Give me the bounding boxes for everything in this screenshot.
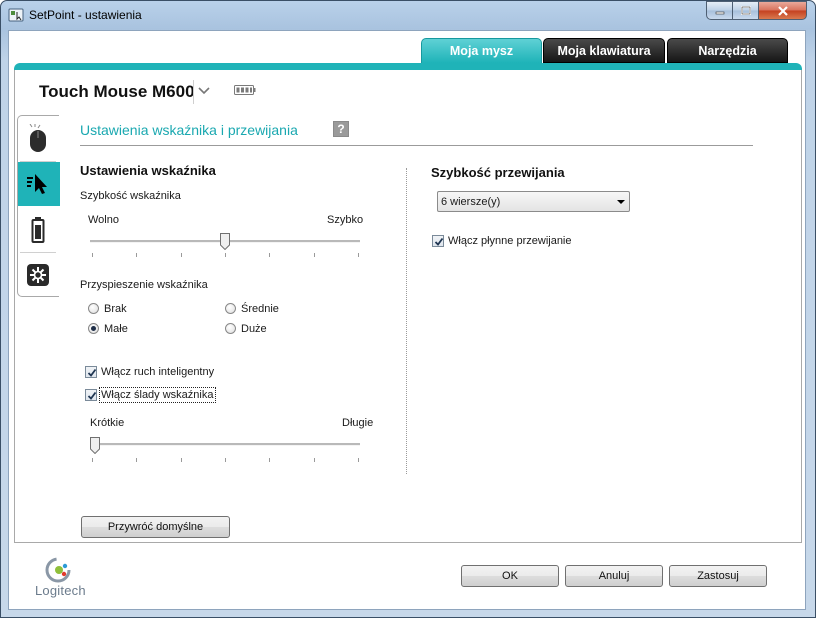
side-tab-mouse[interactable] [18,117,58,161]
battery-icon [31,217,45,243]
side-tab-battery[interactable] [18,208,58,252]
side-tab-pointer[interactable] [18,162,60,206]
radio-accel-none-label[interactable]: Brak [104,303,127,315]
slider-tick [313,458,315,462]
radio-accel-none[interactable] [88,303,99,314]
pointer-speed-icon [27,174,47,194]
radio-accel-medium[interactable] [225,303,236,314]
slider-tick [269,458,271,462]
maximize-button[interactable] [732,1,759,20]
settings-panel [14,70,802,543]
tab-tools[interactable]: Narzędzia [667,38,788,63]
tab-my-mouse[interactable]: Moja mysz [421,38,542,63]
setpoint-app-icon [8,8,24,22]
pointer-speed-slider-thumb[interactable] [220,233,230,250]
apply-button[interactable]: Zastosuj [669,565,767,587]
logitech-wordmark: Logitech [35,583,86,598]
page-title: Ustawienia wskaźnika i przewijania [80,122,298,138]
help-icon[interactable]: ? [333,121,349,137]
ok-button[interactable]: OK [461,565,559,587]
radio-accel-low[interactable] [88,323,99,334]
tab-my-keyboard[interactable]: Moja klawiatura [543,38,665,63]
scroll-speed-heading: Szybkość przewijania [431,165,565,180]
slider-tick [180,253,182,257]
slider-tick [358,458,359,462]
scroll-lines-value: 6 wiersze(y) [441,196,501,208]
slider-tick [136,458,138,462]
gear-icon [27,264,49,286]
smooth-scroll-checkbox[interactable] [432,235,444,247]
pointer-speed-label: Szybkość wskaźnika [80,190,181,202]
column-divider [406,168,407,474]
slider-tick [358,253,359,257]
slider-tick [136,253,138,257]
slider-tick [313,253,315,257]
slider-tick [225,458,226,462]
window-title: SetPoint - ustawienia [29,8,142,22]
battery-status-icon [234,85,256,95]
trail-length-track[interactable] [90,443,360,446]
scroll-lines-select[interactable]: 6 wiersze(y) [437,191,630,212]
restore-defaults-button[interactable]: Przywróć domyślne [81,516,230,538]
checkmark-icon [434,237,444,246]
slider-tick [269,253,271,257]
checkmark-icon [87,391,97,400]
radio-accel-medium-label[interactable]: Średnie [241,303,279,315]
slider-tick [180,458,182,462]
trail-length-slider-thumb[interactable] [90,437,100,454]
slider-tick [92,458,93,462]
tab-accent-bar [14,63,802,70]
smart-move-checkbox[interactable] [85,366,97,378]
slider-tick [92,253,93,257]
pointer-trails-checkbox[interactable] [85,389,97,401]
radio-selected-dot [91,326,96,331]
dropdown-arrow-icon [617,200,625,204]
minimize-button[interactable] [706,1,733,20]
acceleration-label: Przyspieszenie wskaźnika [80,279,208,291]
radio-accel-high-label[interactable]: Duże [241,323,267,335]
minimize-icon [715,11,724,14]
radio-accel-high[interactable] [225,323,236,334]
close-icon [777,5,788,16]
speed-max-label: Szybko [327,214,364,226]
mouse-icon [29,124,46,152]
pointer-trails-label[interactable]: Włącz ślady wskaźnika [101,389,213,401]
title-bar[interactable]: SetPoint - ustawienia [0,0,814,30]
radio-accel-low-label[interactable]: Małe [104,323,128,335]
smooth-scroll-label[interactable]: Włącz płynne przewijanie [448,235,572,247]
side-tab-tools[interactable] [18,253,58,297]
trail-max-label: Długie [342,417,374,429]
pointer-settings-heading: Ustawienia wskaźnika [80,163,216,178]
close-button[interactable] [758,1,807,20]
smart-move-label[interactable]: Włącz ruch inteligentny [101,366,214,378]
device-name: Touch Mouse M600 [39,82,195,101]
slider-tick [225,253,226,257]
trail-min-label: Krótkie [90,417,125,429]
speed-min-label: Wolno [88,214,119,226]
cancel-button[interactable]: Anuluj [565,565,663,587]
chevron-down-icon[interactable] [196,84,212,98]
device-dropdown-divider [193,80,194,104]
checkmark-icon [87,368,97,377]
maximize-icon [740,5,751,15]
heading-divider [80,145,753,146]
